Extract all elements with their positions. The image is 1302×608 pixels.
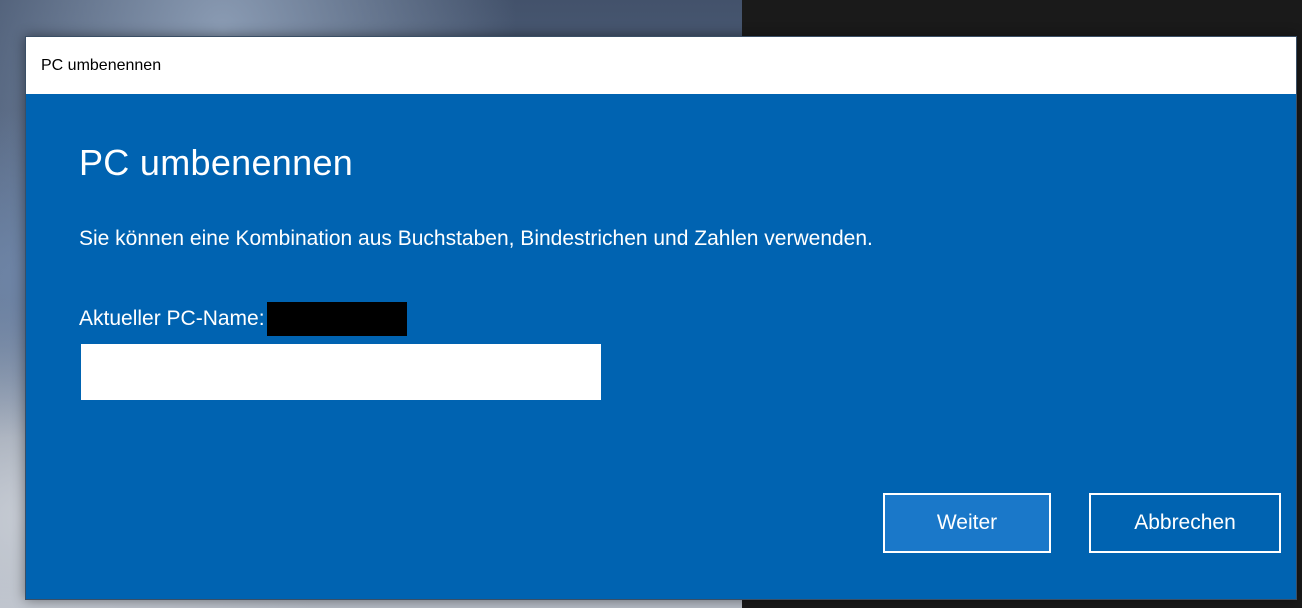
rename-pc-dialog: PC umbenennen PC umbenennen Sie können e… [25,36,1297,600]
next-button[interactable]: Weiter [883,493,1051,553]
cancel-button[interactable]: Abbrechen [1089,493,1281,553]
redacted-pc-name [266,302,407,336]
window-title: PC umbenennen [41,56,162,74]
new-pc-name-input[interactable] [81,344,601,400]
current-pc-name-label: Aktueller PC-Name: [79,307,265,330]
dialog-description: Sie können eine Kombination aus Buchstab… [79,227,873,250]
dialog-titlebar[interactable]: PC umbenennen [26,37,1296,94]
dialog-heading: PC umbenennen [79,142,354,183]
current-pc-name-row: Aktueller PC-Name: [79,302,407,336]
